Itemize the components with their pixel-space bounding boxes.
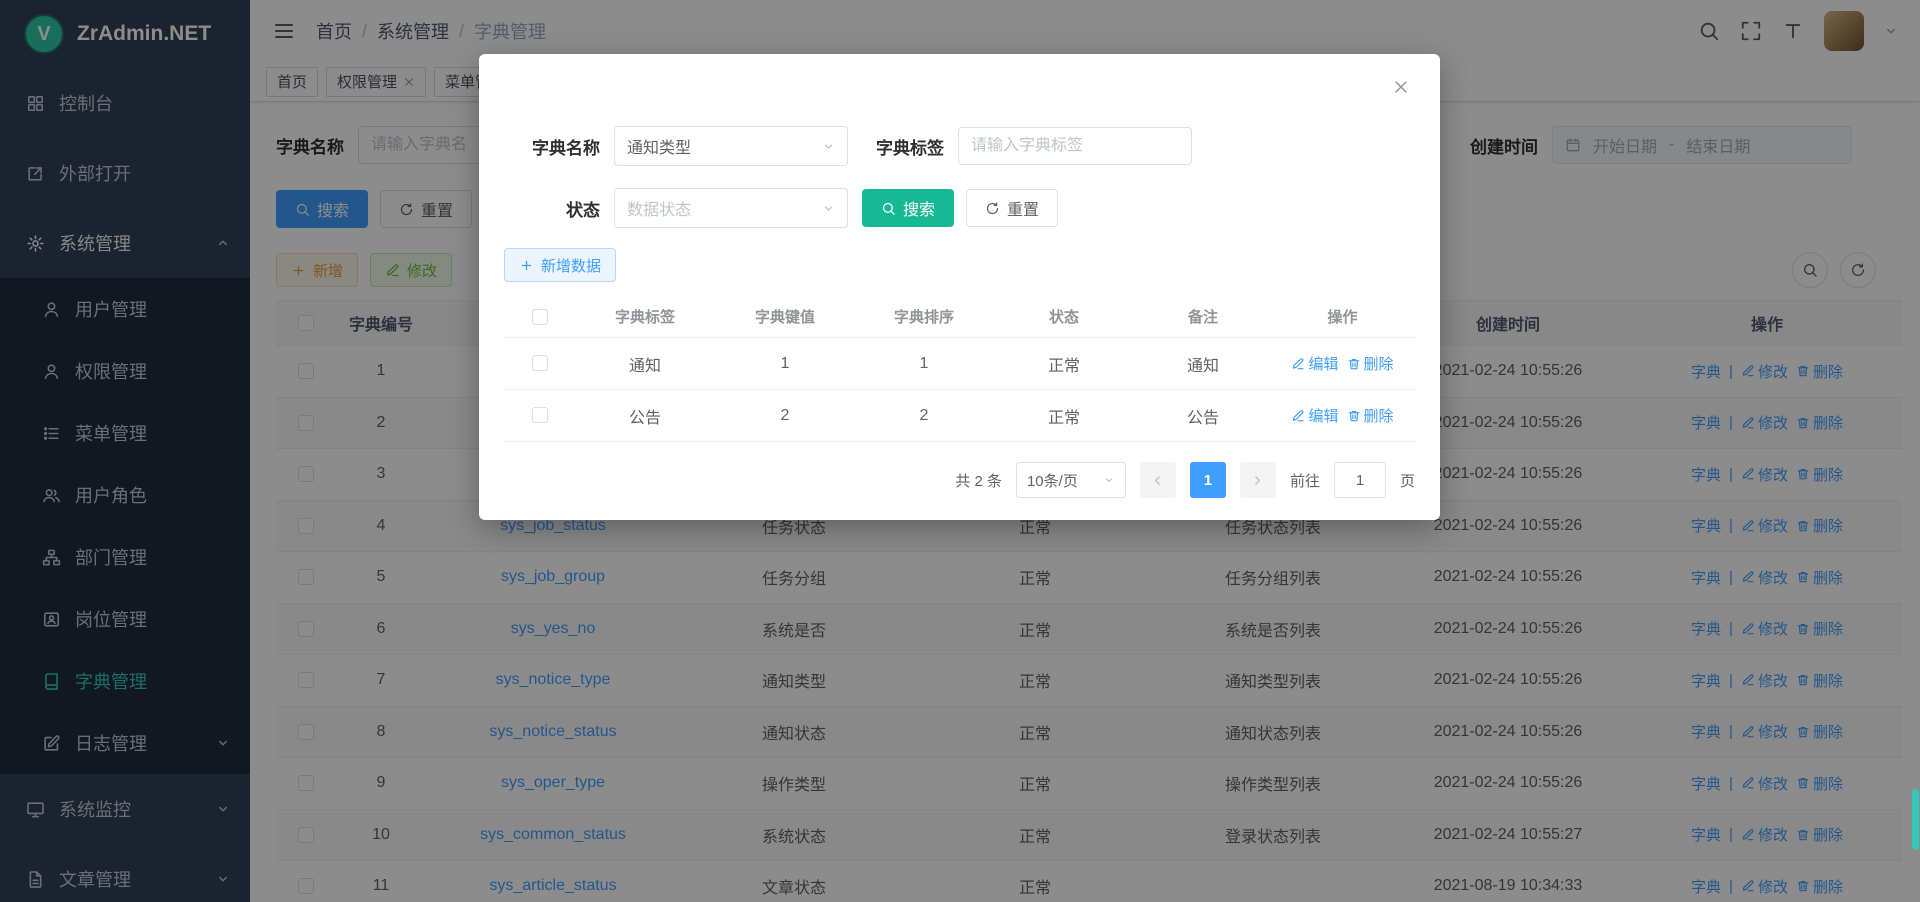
modal-reset-label: 重置 — [1007, 196, 1039, 220]
current-page-button[interactable]: 1 — [1190, 462, 1226, 498]
modal-dict-label-input[interactable] — [971, 137, 1179, 155]
cell-remark: 公告 — [1136, 404, 1270, 428]
row-checkbox[interactable] — [532, 355, 548, 371]
cell-dict-label: 公告 — [576, 404, 714, 428]
dict-data-modal: 字典名称 通知类型 字典标签 状态 数据状态 搜索 重置 新增数据 — [479, 54, 1440, 520]
modal-status-select[interactable]: 数据状态 — [614, 188, 848, 228]
refresh-icon — [985, 201, 1000, 216]
cell-dict-sort: 2 — [856, 407, 992, 425]
selected-dict-name: 通知类型 — [627, 134, 691, 158]
modal-search-button[interactable]: 搜索 — [862, 189, 954, 227]
modal-search-label: 搜索 — [903, 196, 935, 220]
chevron-down-icon — [822, 140, 835, 153]
modal-dict-name-select[interactable]: 通知类型 — [614, 126, 848, 166]
plus-icon — [519, 258, 534, 273]
trash-icon — [1347, 357, 1361, 371]
col-ops: 操作 — [1270, 306, 1415, 327]
goto-label: 前往 — [1290, 470, 1320, 491]
page-size-select[interactable]: 10条/页 — [1016, 462, 1126, 498]
modal-form-row-2: 状态 数据状态 搜索 重置 — [504, 188, 1415, 228]
chevron-down-icon — [1103, 474, 1115, 486]
modal-dict-name-label: 字典名称 — [504, 134, 600, 159]
cell-status: 正常 — [992, 352, 1136, 376]
col-dict-value: 字典键值 — [714, 306, 856, 327]
add-data-button[interactable]: 新增数据 — [504, 248, 616, 282]
cell-remark: 通知 — [1136, 352, 1270, 376]
pagination-total: 共 2 条 — [955, 470, 1002, 491]
modal-table-row: 通知 1 1 正常 通知 编辑 删除 — [504, 338, 1415, 390]
trash-icon — [1347, 409, 1361, 423]
cell-dict-label: 通知 — [576, 352, 714, 376]
col-remark: 备注 — [1136, 306, 1270, 327]
modal-toolbar: 新增数据 — [504, 248, 1415, 282]
next-page-button[interactable] — [1240, 462, 1276, 498]
row-delete-link[interactable]: 删除 — [1347, 405, 1394, 426]
col-dict-label: 字典标签 — [576, 306, 714, 327]
row-edit-link[interactable]: 编辑 — [1291, 405, 1338, 426]
search-icon — [881, 201, 896, 216]
row-delete-link[interactable]: 删除 — [1347, 353, 1394, 374]
modal-dict-label-input-wrap — [958, 127, 1192, 165]
close-icon[interactable] — [1392, 78, 1410, 96]
scrollbar-thumb[interactable] — [1912, 789, 1919, 850]
pagination: 共 2 条 10条/页 1 前往 页 — [504, 462, 1415, 498]
modal-status-label: 状态 — [504, 196, 600, 221]
modal-table-row: 公告 2 2 正常 公告 编辑 删除 — [504, 390, 1415, 442]
edit-icon — [1291, 357, 1305, 371]
cell-dict-value: 2 — [714, 407, 856, 425]
dict-data-table: 字典标签 字典键值 字典排序 状态 备注 操作 通知 1 1 正常 通知 编辑 … — [504, 296, 1415, 442]
goto-page-input[interactable] — [1334, 462, 1386, 498]
modal-dict-label-label: 字典标签 — [860, 134, 944, 159]
chevron-right-icon — [1250, 473, 1265, 488]
edit-icon — [1291, 409, 1305, 423]
modal-reset-button[interactable]: 重置 — [966, 189, 1058, 227]
chevron-left-icon — [1150, 473, 1165, 488]
modal-select-all-checkbox[interactable] — [532, 309, 548, 325]
chevron-down-icon — [822, 202, 835, 215]
prev-page-button[interactable] — [1140, 462, 1176, 498]
modal-form-row-1: 字典名称 通知类型 字典标签 — [504, 126, 1415, 166]
modal-table-header-row: 字典标签 字典键值 字典排序 状态 备注 操作 — [504, 296, 1415, 338]
goto-unit: 页 — [1400, 470, 1415, 491]
cell-dict-sort: 1 — [856, 355, 992, 373]
add-data-label: 新增数据 — [541, 255, 601, 276]
page-size-value: 10条/页 — [1027, 470, 1078, 491]
row-edit-link[interactable]: 编辑 — [1291, 353, 1338, 374]
col-dict-sort: 字典排序 — [856, 306, 992, 327]
cell-status: 正常 — [992, 404, 1136, 428]
cell-dict-value: 1 — [714, 355, 856, 373]
status-placeholder: 数据状态 — [627, 196, 691, 220]
col-status: 状态 — [992, 306, 1136, 327]
row-checkbox[interactable] — [532, 407, 548, 423]
